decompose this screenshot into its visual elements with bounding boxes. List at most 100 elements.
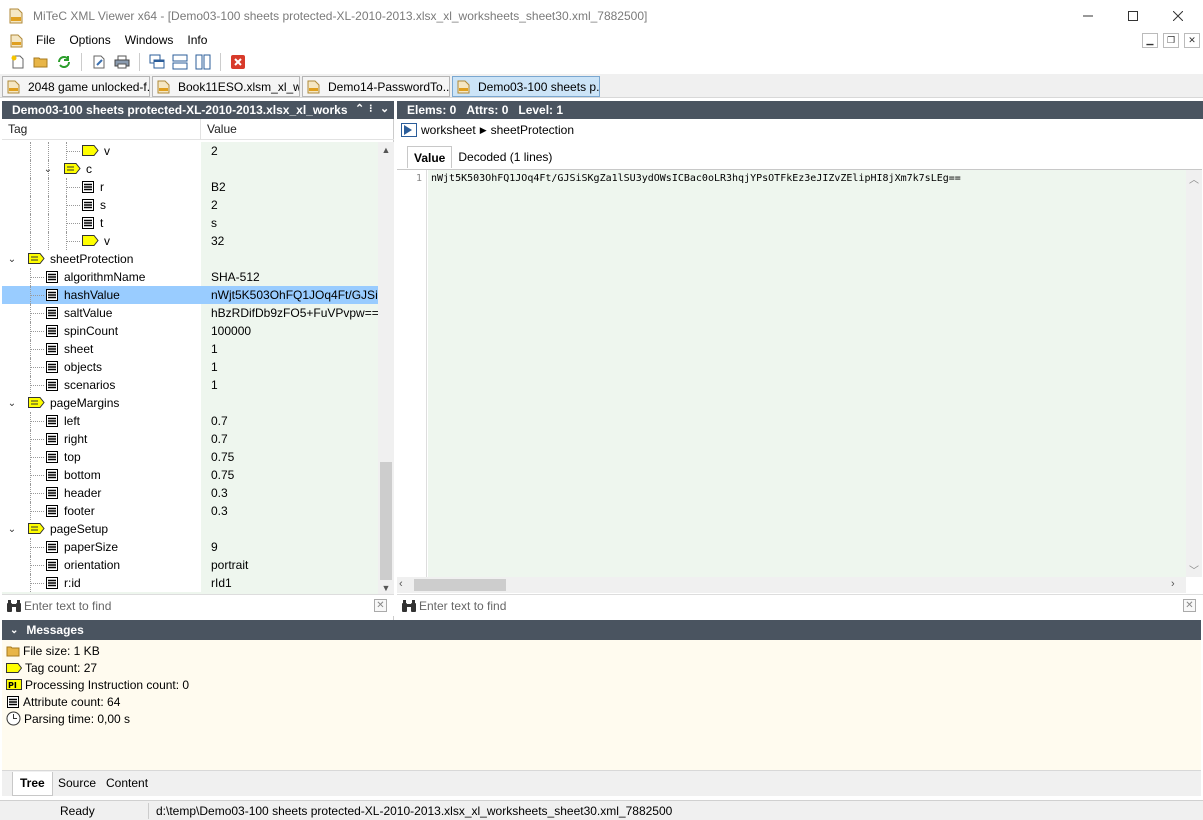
- tree-node-bottom[interactable]: bottom 0.75: [2, 466, 378, 484]
- tree-node-scenarios[interactable]: scenarios 1: [2, 376, 378, 394]
- tree-node-s[interactable]: s2: [2, 196, 378, 214]
- tag-cell[interactable]: ⌄ pageMargins: [2, 394, 201, 412]
- cascade-button[interactable]: [147, 52, 167, 72]
- tag-cell[interactable]: t: [2, 214, 201, 232]
- close-button[interactable]: [1155, 0, 1201, 31]
- menu-options[interactable]: Options: [62, 31, 117, 50]
- breadcrumb-item-worksheet[interactable]: worksheet: [421, 123, 476, 137]
- close-document-button[interactable]: [228, 52, 248, 72]
- mdi-minimize-button[interactable]: ▁: [1142, 33, 1158, 48]
- expand-chevron-icon[interactable]: ⌄: [7, 523, 17, 535]
- doc-tab-1[interactable]: 2048 game unlocked-f...: [2, 76, 150, 97]
- tree-node-pagesetup[interactable]: ⌄ pageSetup: [2, 520, 378, 538]
- tree-node-t[interactable]: ts: [2, 214, 378, 232]
- expand-chevron-icon[interactable]: ⌄: [7, 397, 17, 409]
- print-button[interactable]: [112, 52, 132, 72]
- tree-node-pagemargins[interactable]: ⌄ pageMargins: [2, 394, 378, 412]
- scroll-left-icon[interactable]: ‹: [399, 578, 403, 590]
- value-find-input[interactable]: Enter text to find: [419, 599, 506, 613]
- code-text[interactable]: nWjt5K503OhFQ1JOq4Ft/GJSiSKgZa1lSU3ydOWs…: [428, 170, 1186, 577]
- tree-node-papersize[interactable]: paperSize 9: [2, 538, 378, 556]
- tree-node-header[interactable]: header 0.3: [2, 484, 378, 502]
- tag-cell[interactable]: ⌄ pageSetup: [2, 520, 201, 538]
- column-header-tag[interactable]: Tag: [2, 119, 201, 140]
- tree-node-spincount[interactable]: spinCount 100000: [2, 322, 378, 340]
- tag-cell[interactable]: algorithmName: [2, 268, 201, 286]
- new-button[interactable]: [8, 52, 28, 72]
- tag-cell[interactable]: sheet: [2, 340, 201, 358]
- menu-windows[interactable]: Windows: [118, 31, 181, 50]
- tag-cell[interactable]: v: [2, 142, 201, 160]
- doc-tab-4-active[interactable]: Demo03-100 sheets p...: [452, 76, 600, 97]
- tag-cell[interactable]: left: [2, 412, 201, 430]
- tag-cell[interactable]: scenarios: [2, 376, 201, 394]
- expand-all-icon[interactable]: ⌄: [380, 102, 389, 115]
- menu-file[interactable]: File: [29, 31, 62, 50]
- tree-node-right[interactable]: right 0.7: [2, 430, 378, 448]
- scrollbar-thumb[interactable]: [414, 579, 506, 591]
- tree-node-orientation[interactable]: orientation portrait: [2, 556, 378, 574]
- breadcrumb-item-sheetprotection[interactable]: sheetProtection: [491, 123, 574, 137]
- collapse-all-icon[interactable]: ⌃: [355, 102, 364, 115]
- tree-node-v[interactable]: v 32: [2, 232, 378, 250]
- tree-node-c[interactable]: ⌄ c: [2, 160, 378, 178]
- menu-info[interactable]: Info: [180, 31, 214, 50]
- tag-cell[interactable]: footer: [2, 502, 201, 520]
- tag-cell[interactable]: spinCount: [2, 322, 201, 340]
- clear-search-icon[interactable]: ✕: [1183, 599, 1196, 612]
- tab-decoded[interactable]: Decoded (1 lines): [452, 146, 558, 168]
- expand-chevron-icon[interactable]: ⌄: [43, 163, 53, 175]
- mdi-restore-button[interactable]: ❐: [1163, 33, 1179, 48]
- tag-cell[interactable]: bottom: [2, 466, 201, 484]
- tag-cell[interactable]: ⌄ c: [2, 160, 201, 178]
- tree-node-sheetprotection[interactable]: ⌄ sheetProtection: [2, 250, 378, 268]
- collapse-chevron-icon[interactable]: ⌄: [10, 625, 18, 636]
- tag-cell[interactable]: s: [2, 196, 201, 214]
- tree-node-sheet[interactable]: sheet 1: [2, 340, 378, 358]
- tree-node-objects[interactable]: objects 1: [2, 358, 378, 376]
- doc-tab-2[interactable]: Book11ESO.xlsm_xl_w...: [152, 76, 300, 97]
- tab-content[interactable]: Content: [99, 772, 155, 796]
- tab-source[interactable]: Source: [51, 772, 103, 796]
- open-button[interactable]: [31, 52, 51, 72]
- tile-vertical-button[interactable]: [193, 52, 213, 72]
- value-editor[interactable]: 1 nWjt5K503OhFQ1JOq4Ft/GJSiSKgZa1lSU3ydO…: [397, 169, 1202, 593]
- scroll-up-icon[interactable]: ︿: [1186, 170, 1202, 186]
- tab-value[interactable]: Value: [407, 146, 453, 168]
- doc-tab-3[interactable]: Demo14-PasswordTo...: [302, 76, 450, 97]
- tag-cell[interactable]: top: [2, 448, 201, 466]
- clear-search-icon[interactable]: ✕: [374, 599, 387, 612]
- expand-chevron-icon[interactable]: ⌄: [7, 253, 17, 265]
- panel-menu-icon[interactable]: ⁝: [369, 102, 373, 115]
- tree-node-top[interactable]: top 0.75: [2, 448, 378, 466]
- tag-cell[interactable]: orientation: [2, 556, 201, 574]
- tag-cell[interactable]: paperSize: [2, 538, 201, 556]
- tree-node-r[interactable]: r B2: [2, 178, 378, 196]
- tree-node-footer[interactable]: footer 0.3: [2, 502, 378, 520]
- tab-tree[interactable]: Tree: [12, 772, 53, 796]
- tag-cell[interactable]: v: [2, 232, 201, 250]
- tag-cell[interactable]: ⌄ sheetProtection: [2, 250, 201, 268]
- minimize-button[interactable]: [1065, 0, 1111, 31]
- tree-node-left[interactable]: left 0.7: [2, 412, 378, 430]
- mdi-close-button[interactable]: ✕: [1184, 33, 1200, 48]
- scroll-right-icon[interactable]: ›: [1171, 578, 1175, 590]
- tag-cell[interactable]: r: [2, 178, 201, 196]
- scroll-up-icon[interactable]: ▲: [378, 142, 394, 158]
- tag-cell[interactable]: saltValue: [2, 304, 201, 322]
- tree-node-saltvalue[interactable]: saltValue hBzRDifDb9zFO5+FuVPvpw==: [2, 304, 378, 322]
- tree-find-input[interactable]: Enter text to find: [24, 599, 111, 613]
- tree-node-hashvalue[interactable]: hashValue nWjt5K503OhFQ1JOq4Ft/GJSi...: [2, 286, 378, 304]
- tag-cell[interactable]: r:id: [2, 574, 201, 592]
- tag-cell[interactable]: hashValue: [2, 286, 201, 304]
- tree-view[interactable]: v 2 ⌄ c r B2 s 2 t s v 32 ⌄ sheetProtection algorithmN…: [2, 142, 378, 596]
- editor-vertical-scrollbar[interactable]: ︿ ﹀: [1186, 170, 1202, 577]
- refresh-button[interactable]: [54, 52, 74, 72]
- editor-horizontal-scrollbar[interactable]: ‹ ›: [397, 577, 1186, 593]
- tree-vertical-scrollbar[interactable]: ▲ ▼: [378, 142, 394, 596]
- tile-horizontal-button[interactable]: [170, 52, 190, 72]
- scroll-down-icon[interactable]: ﹀: [1186, 561, 1202, 577]
- tree-node-v[interactable]: v2: [2, 142, 378, 160]
- tree-node-rid[interactable]: r:id rId1: [2, 574, 378, 592]
- column-header-value[interactable]: Value: [201, 119, 377, 140]
